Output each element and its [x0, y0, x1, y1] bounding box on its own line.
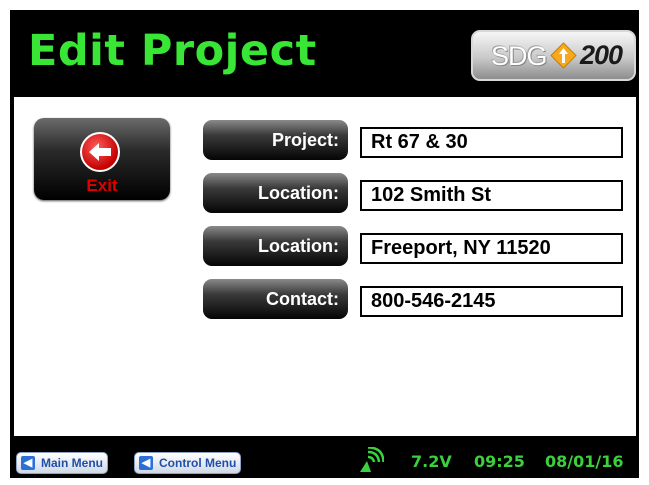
location-2-label-button[interactable]: Location:: [203, 226, 348, 266]
menu-arrow-icon: ◀: [21, 456, 35, 470]
satellite-signal-icon: [360, 447, 384, 472]
voltage-readout: 7.2V: [411, 452, 452, 471]
sdg-200-logo: SDG 200: [471, 30, 636, 81]
date-readout: 08/01/16: [545, 452, 624, 471]
project-label-button[interactable]: Project:: [203, 120, 348, 160]
main-menu-label: Main Menu: [41, 456, 103, 470]
control-menu-label: Control Menu: [159, 456, 237, 470]
contact-field[interactable]: 800-546-2145: [360, 286, 623, 317]
diamond-arrow-icon: [550, 42, 577, 69]
menu-arrow-icon: ◀: [139, 456, 153, 470]
location-1-field[interactable]: 102 Smith St: [360, 180, 623, 211]
project-field[interactable]: Rt 67 & 30: [360, 127, 623, 158]
logo-model-text: 200: [580, 40, 623, 70]
logo-brand-text: SDG: [491, 41, 548, 71]
location-2-field[interactable]: Freeport, NY 11520: [360, 233, 623, 264]
exit-label: Exit: [86, 176, 118, 195]
page-title: Edit Project: [28, 26, 317, 76]
arrow-left-icon: [80, 132, 120, 172]
exit-button[interactable]: Exit: [34, 118, 170, 200]
main-menu-button[interactable]: ◀ Main Menu: [16, 452, 108, 474]
time-readout: 09:25: [474, 452, 525, 471]
contact-label-button[interactable]: Contact:: [203, 279, 348, 319]
control-menu-button[interactable]: ◀ Control Menu: [134, 452, 242, 474]
location-1-label-button[interactable]: Location:: [203, 173, 348, 213]
